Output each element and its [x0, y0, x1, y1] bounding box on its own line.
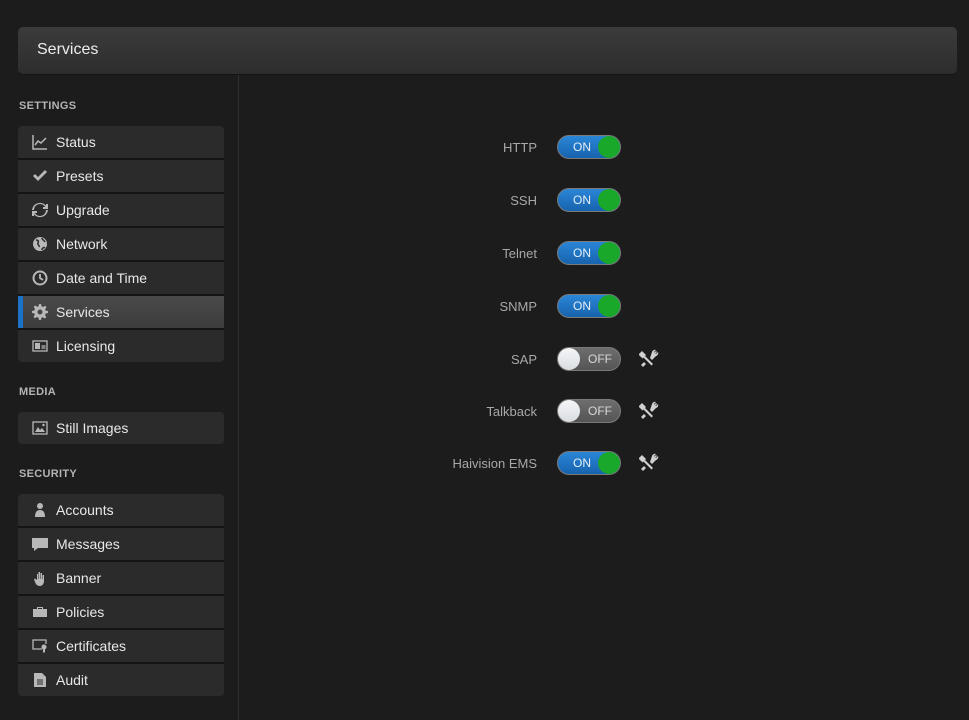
sidebar-item-label: Network [56, 236, 108, 252]
toggle-knob [598, 452, 620, 474]
sidebar-item-date-and-time[interactable]: Date and Time [18, 262, 224, 296]
sidebar-item-label: Banner [56, 570, 102, 586]
sidebar-item-label: Still Images [56, 420, 129, 436]
document-icon [32, 672, 48, 688]
sidebar-item-accounts[interactable]: Accounts [18, 494, 224, 528]
services-panel: HTTP ON SSH ON Telnet ON SNMP ON SAP OFF [239, 75, 969, 720]
globe-icon [32, 236, 48, 252]
toggle-state: OFF [588, 404, 612, 418]
nav-group-media: Still Images [18, 412, 224, 444]
toggle-state: ON [573, 299, 591, 313]
toggle-knob [598, 242, 620, 264]
refresh-icon [32, 202, 48, 218]
section-label-settings: SETTINGS [19, 100, 77, 112]
wrench-icon[interactable] [638, 349, 659, 369]
service-label: SSH [510, 193, 537, 208]
sidebar-item-label: Accounts [56, 502, 114, 518]
sidebar-item-upgrade[interactable]: Upgrade [18, 194, 224, 228]
service-row-sap: SAP OFF [239, 346, 969, 374]
checkmark-icon [32, 168, 48, 184]
sidebar-item-services[interactable]: Services [18, 296, 224, 330]
service-row-snmp: SNMP ON [239, 293, 969, 321]
nav-group-settings: Status Presets Upgrade Network Date and … [18, 126, 224, 362]
http-toggle[interactable]: ON [557, 135, 621, 159]
sidebar-item-status[interactable]: Status [18, 126, 224, 160]
snmp-toggle[interactable]: ON [557, 294, 621, 318]
sidebar: SETTINGS Status Presets Upgrade Network … [0, 75, 239, 720]
sidebar-item-label: Upgrade [56, 202, 110, 218]
chart-line-icon [32, 134, 48, 150]
sidebar-item-still-images[interactable]: Still Images [18, 412, 224, 444]
toggle-knob [558, 400, 580, 422]
gear-icon [32, 304, 48, 320]
sidebar-item-label: Licensing [56, 338, 116, 354]
toggle-state: OFF [588, 352, 612, 366]
sidebar-item-network[interactable]: Network [18, 228, 224, 262]
service-row-telnet: Telnet ON [239, 240, 969, 268]
certificate-icon [32, 638, 48, 654]
sidebar-item-banner[interactable]: Banner [18, 562, 224, 596]
service-row-http: HTTP ON [239, 134, 969, 162]
toggle-knob [558, 348, 580, 370]
toggle-state: ON [573, 193, 591, 207]
id-card-icon [32, 338, 48, 354]
haivision-ems-toggle[interactable]: ON [557, 451, 621, 475]
nav-group-security: Accounts Messages Banner Policies Certif… [18, 494, 224, 696]
section-label-media: MEDIA [19, 386, 56, 398]
service-label: Telnet [502, 246, 537, 261]
wrench-icon[interactable] [638, 453, 659, 473]
sidebar-item-presets[interactable]: Presets [18, 160, 224, 194]
talkback-toggle[interactable]: OFF [557, 399, 621, 423]
sidebar-item-messages[interactable]: Messages [18, 528, 224, 562]
sidebar-item-label: Audit [56, 672, 88, 688]
toggle-state: ON [573, 246, 591, 260]
toggle-knob [598, 136, 620, 158]
service-row-haivision-ems: Haivision EMS ON [239, 450, 969, 478]
service-label: HTTP [503, 140, 537, 155]
sidebar-item-label: Services [56, 304, 110, 320]
page-header: Services [18, 27, 957, 74]
clock-icon [32, 270, 48, 286]
service-row-talkback: Talkback OFF [239, 398, 969, 426]
service-label: SNMP [499, 299, 537, 314]
toggle-state: ON [573, 456, 591, 470]
briefcase-icon [32, 604, 48, 620]
toggle-state: ON [573, 140, 591, 154]
sidebar-item-licensing[interactable]: Licensing [18, 330, 224, 362]
sidebar-item-certificates[interactable]: Certificates [18, 630, 224, 664]
service-label: Talkback [486, 404, 537, 419]
sidebar-item-policies[interactable]: Policies [18, 596, 224, 630]
speech-bubble-icon [32, 536, 48, 552]
hand-icon [32, 570, 48, 586]
sap-toggle[interactable]: OFF [557, 347, 621, 371]
toggle-knob [598, 189, 620, 211]
toggle-knob [598, 295, 620, 317]
sidebar-item-audit[interactable]: Audit [18, 664, 224, 696]
sidebar-item-label: Presets [56, 168, 104, 184]
sidebar-item-label: Messages [56, 536, 120, 552]
page-title: Services [37, 41, 99, 58]
telnet-toggle[interactable]: ON [557, 241, 621, 265]
sidebar-item-label: Certificates [56, 638, 127, 654]
user-icon [32, 502, 48, 518]
sidebar-item-label: Policies [56, 604, 105, 620]
service-row-ssh: SSH ON [239, 187, 969, 215]
wrench-icon[interactable] [638, 401, 659, 421]
sidebar-item-label: Date and Time [56, 270, 148, 286]
image-icon [32, 420, 48, 436]
section-label-security: SECURITY [19, 468, 78, 480]
service-label: SAP [510, 352, 537, 367]
sidebar-item-label: Status [56, 134, 96, 150]
ssh-toggle[interactable]: ON [557, 188, 621, 212]
service-label: Haivision EMS [452, 456, 537, 471]
